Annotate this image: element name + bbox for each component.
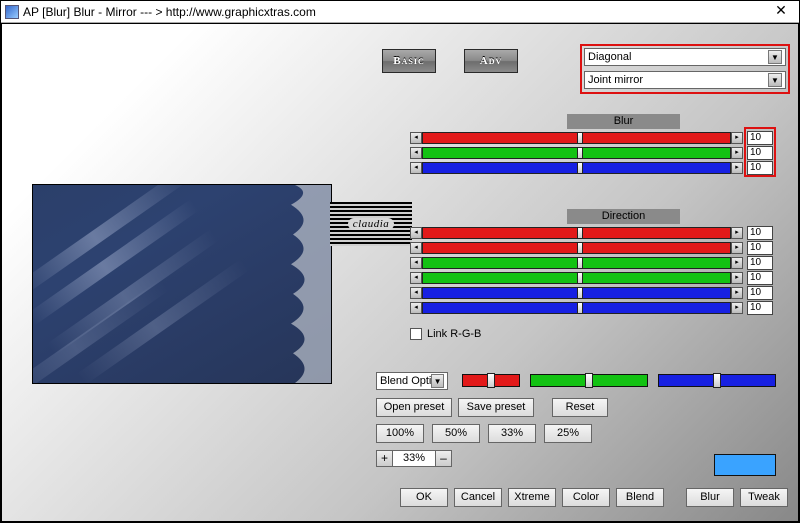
zoom-preset-100[interactable]: 100% — [376, 424, 424, 443]
input-dir-5[interactable]: 10 — [747, 286, 773, 300]
watermark: claudia — [330, 202, 412, 246]
dropdown-mode[interactable]: Diagonal ▼ — [584, 48, 786, 66]
dialog-window: AP [Blur] Blur - Mirror --- > http://www… — [0, 0, 800, 523]
ok-button[interactable]: OK — [400, 488, 448, 507]
blur-button[interactable]: Blur — [686, 488, 734, 507]
slider-dir-6[interactable]: ◂▸ — [410, 301, 743, 315]
mini-slider-r[interactable] — [462, 374, 520, 387]
slider-blur-r[interactable]: ◂ ▸ — [410, 131, 743, 145]
zoom-value[interactable]: 33% — [393, 450, 435, 467]
input-blur-g[interactable]: 10 — [747, 146, 773, 160]
input-blur-b[interactable]: 10 — [747, 161, 773, 175]
zoom-preset-33[interactable]: 33% — [488, 424, 536, 443]
tab-adv[interactable]: Adv — [464, 49, 518, 73]
input-dir-6[interactable]: 10 — [747, 301, 773, 315]
arrow-left-icon[interactable]: ◂ — [410, 147, 422, 159]
slider-dir-5[interactable]: ◂▸ — [410, 286, 743, 300]
dropdown-blend[interactable]: Blend Optic ▼ — [376, 372, 448, 390]
mini-slider-b[interactable] — [658, 374, 776, 387]
checkbox-link-rgb[interactable]: Link R-G-B — [410, 328, 481, 340]
dropdown-mode-value: Diagonal — [588, 51, 631, 63]
slider-blur-g[interactable]: ◂ ▸ — [410, 146, 743, 160]
close-icon[interactable]: ✕ — [767, 3, 795, 21]
arrow-right-icon[interactable]: ▸ — [731, 132, 743, 144]
chevron-down-icon: ▼ — [431, 374, 444, 388]
client-area: claudia Basic Adv Diagonal ▼ Joint mirro… — [1, 23, 799, 522]
mini-slider-g[interactable] — [530, 374, 648, 387]
title-bar: AP [Blur] Blur - Mirror --- > http://www… — [1, 1, 799, 23]
zoom-out-button[interactable]: – — [435, 450, 452, 467]
reset-button[interactable]: Reset — [552, 398, 608, 417]
preview-area[interactable] — [32, 184, 332, 384]
window-title: AP [Blur] Blur - Mirror --- > http://www… — [23, 5, 767, 19]
chevron-down-icon: ▼ — [768, 73, 782, 87]
input-blur-r[interactable]: 10 — [747, 131, 773, 145]
app-icon — [5, 5, 19, 19]
input-dir-4[interactable]: 10 — [747, 271, 773, 285]
zoom-stepper: + 33% – — [376, 450, 452, 467]
input-dir-1[interactable]: 10 — [747, 226, 773, 240]
slider-dir-1[interactable]: ◂▸ — [410, 226, 743, 240]
dropdown-type-value: Joint mirror — [588, 74, 643, 86]
xtreme-button[interactable]: Xtreme — [508, 488, 556, 507]
blend-button[interactable]: Blend — [616, 488, 664, 507]
chevron-down-icon: ▼ — [768, 50, 782, 64]
slider-dir-3[interactable]: ◂▸ — [410, 256, 743, 270]
input-dir-2[interactable]: 10 — [747, 241, 773, 255]
slider-dir-4[interactable]: ◂▸ — [410, 271, 743, 285]
tab-basic[interactable]: Basic — [382, 49, 436, 73]
dropdown-blend-value: Blend Optic — [380, 375, 431, 387]
arrow-right-icon[interactable]: ▸ — [731, 147, 743, 159]
checkbox-label: Link R-G-B — [427, 328, 481, 340]
zoom-preset-25[interactable]: 25% — [544, 424, 592, 443]
arrow-left-icon[interactable]: ◂ — [410, 132, 422, 144]
zoom-in-button[interactable]: + — [376, 450, 393, 467]
arrow-right-icon[interactable]: ▸ — [731, 162, 743, 174]
slider-blur-b[interactable]: ◂ ▸ — [410, 161, 743, 175]
dropdown-type[interactable]: Joint mirror ▼ — [584, 71, 786, 89]
zoom-preset-50[interactable]: 50% — [432, 424, 480, 443]
save-preset-button[interactable]: Save preset — [458, 398, 534, 417]
arrow-left-icon[interactable]: ◂ — [410, 162, 422, 174]
checkbox-icon — [410, 328, 422, 340]
open-preset-button[interactable]: Open preset — [376, 398, 452, 417]
color-button[interactable]: Color — [562, 488, 610, 507]
cancel-button[interactable]: Cancel — [454, 488, 502, 507]
tweak-button[interactable]: Tweak — [740, 488, 788, 507]
input-dir-3[interactable]: 10 — [747, 256, 773, 270]
section-header-direction: Direction — [567, 209, 680, 224]
section-header-blur: Blur — [567, 114, 680, 129]
color-swatch[interactable] — [714, 454, 776, 476]
slider-dir-2[interactable]: ◂▸ — [410, 241, 743, 255]
